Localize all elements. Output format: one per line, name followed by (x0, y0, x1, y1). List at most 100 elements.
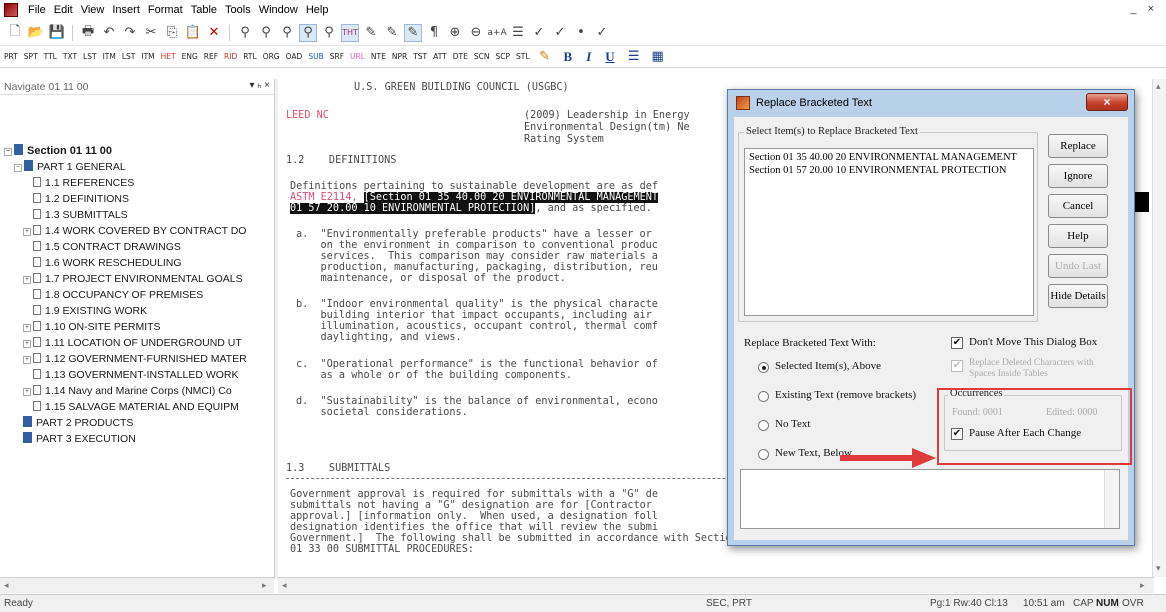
tree-item-1-14[interactable]: +1.14 Navy and Marine Corps (NMCI) Co (23, 384, 232, 398)
tag-org[interactable]: ORG (263, 52, 280, 61)
cut-icon[interactable]: ✂ (142, 24, 160, 42)
underline-button[interactable]: U (605, 49, 614, 65)
tree-item-part3[interactable]: PART 3 EXECUTION (23, 432, 136, 446)
window-controls[interactable]: _ × (1130, 3, 1158, 15)
tree-item-part1[interactable]: − PART 1 GENERAL (14, 160, 126, 174)
tag-ttl[interactable]: TTL (44, 52, 57, 61)
navigator-pane-controls[interactable]: ▾ ₕ × (250, 80, 270, 91)
help-button[interactable]: Help (1048, 224, 1108, 248)
menu-view[interactable]: View (77, 0, 109, 20)
document-hscrollbar[interactable]: ◂ ▸ (278, 577, 1154, 593)
align-icon[interactable]: ☰ (625, 48, 643, 66)
tree-item-1-8[interactable]: 1.8 OCCUPANCY OF PREMISES (33, 288, 203, 302)
tag-nte[interactable]: NTE (371, 52, 386, 61)
find-icon[interactable]: ⚲ (236, 24, 254, 42)
tag-spt[interactable]: SPT (24, 52, 38, 61)
new-text-input[interactable] (740, 469, 1120, 529)
list-item[interactable]: Section 01 57 20.00 10 ENVIRONMENTAL PRO… (749, 164, 1029, 177)
tag-itm-2[interactable]: ITM (141, 52, 154, 61)
tree-item-1-7[interactable]: +1.7 PROJECT ENVIRONMENTAL GOALS (23, 272, 243, 286)
radio-no-text-label[interactable]: No Text (775, 418, 810, 430)
mark-icon[interactable]: ✓ (593, 24, 611, 42)
tag-het[interactable]: HET (161, 52, 176, 61)
list-icon[interactable]: ☰ (509, 24, 527, 42)
tag-tst[interactable]: TST (413, 52, 427, 61)
dialog-titlebar[interactable]: Replace Bracketed Text (728, 90, 1134, 116)
tree-item-1-11[interactable]: +1.11 LOCATION OF UNDERGROUND UT (23, 336, 242, 350)
radio-no-text[interactable] (758, 420, 769, 431)
menu-file[interactable]: File (24, 0, 50, 20)
hide-details-button[interactable]: Hide Details (1048, 284, 1108, 308)
tag-rid[interactable]: RID (224, 52, 237, 61)
scroll-right-icon[interactable]: ▸ (1140, 580, 1145, 591)
scroll-right-icon[interactable]: ▸ (262, 580, 267, 591)
menu-window[interactable]: Window (255, 0, 302, 20)
tree-item-1-4[interactable]: +1.4 WORK COVERED BY CONTRACT DO (23, 224, 246, 238)
paste-icon[interactable]: 📋 (184, 24, 202, 42)
binoculars-icon[interactable]: ⚲ (278, 24, 296, 42)
navigator-hscrollbar[interactable]: ◂ ▸ (0, 577, 274, 593)
italic-button[interactable]: I (586, 49, 591, 65)
paragraph-icon[interactable]: ¶ (425, 24, 443, 42)
menu-table[interactable]: Table (187, 0, 221, 20)
tag-toggle-icon[interactable]: THT (341, 23, 359, 42)
tree-item-1-3[interactable]: 1.3 SUBMITTALS (33, 208, 128, 222)
tag-txt[interactable]: TXT (63, 52, 77, 61)
bracketed-text-highlight-cont[interactable]: 01 57 20.00 10 ENVIRONMENTAL PROTECTION] (290, 203, 536, 214)
scroll-left-icon[interactable]: ◂ (4, 580, 9, 591)
replace-deleted-checkbox[interactable]: ✔ (951, 360, 963, 372)
menu-edit[interactable]: Edit (50, 0, 77, 20)
tree-item-1-10[interactable]: +1.10 ON-SITE PERMITS (23, 320, 161, 334)
zoom-out-icon[interactable]: ⊖ (467, 24, 485, 42)
review-icon[interactable]: ✎ (404, 23, 422, 42)
find-next-icon[interactable]: ⚲ (257, 24, 275, 42)
menu-format[interactable]: Format (144, 0, 187, 20)
tag-sub[interactable]: SUB (308, 52, 323, 61)
pane-splitter[interactable] (274, 79, 278, 579)
delete-icon[interactable]: ✕ (205, 24, 223, 42)
undo-last-button[interactable]: Undo Last (1048, 254, 1108, 278)
table-icon[interactable]: ▦ (649, 48, 667, 66)
replace-bracket-icon[interactable]: ⚲ (299, 23, 317, 42)
tree-item-1-1[interactable]: 1.1 REFERENCES (33, 176, 134, 190)
tag-scn[interactable]: SCN (474, 52, 490, 61)
tag-prt[interactable]: PRT (4, 52, 18, 61)
dont-move-checkbox[interactable]: ✔ (951, 337, 963, 349)
tag-scp[interactable]: SCP (495, 52, 510, 61)
grammar-icon[interactable]: ✓ (551, 24, 569, 42)
tree-item-part2[interactable]: PART 2 PRODUCTS (23, 416, 133, 430)
font-size-icon[interactable]: a+A (487, 24, 506, 42)
redo-icon[interactable]: ↷ (121, 24, 139, 42)
tag-lst[interactable]: LST (83, 52, 97, 61)
undo-icon[interactable]: ↶ (100, 24, 118, 42)
menu-insert[interactable]: Insert (108, 0, 144, 20)
find-bracket-icon[interactable]: ⚲ (320, 24, 338, 42)
dialog-close-button[interactable]: × (1086, 93, 1128, 111)
new-icon[interactable]: 🗋 (6, 24, 24, 42)
tree-item-section[interactable]: − Section 01 11 00 (4, 144, 112, 158)
tag-dte[interactable]: DTE (453, 52, 468, 61)
vertical-scrollbar[interactable]: ▴ ▾ (1152, 79, 1166, 577)
radio-new-text[interactable] (758, 449, 769, 460)
tag-lst-2[interactable]: LST (122, 52, 136, 61)
replace-button[interactable]: Replace (1048, 134, 1108, 158)
radio-selected-items[interactable] (758, 362, 769, 373)
tag-ref[interactable]: REF (204, 52, 218, 61)
tree-item-1-15[interactable]: 1.15 SALVAGE MATERIAL AND EQUIPM (33, 400, 239, 414)
tag-url[interactable]: URL (350, 52, 365, 61)
open-icon[interactable]: 📂 (27, 24, 45, 42)
new-text-scrollbar[interactable] (1104, 470, 1119, 528)
menu-help[interactable]: Help (302, 0, 333, 20)
print-icon[interactable]: 🖶 (79, 24, 97, 42)
tag-stl[interactable]: STL (516, 52, 530, 61)
tree-item-1-5[interactable]: 1.5 CONTRACT DRAWINGS (33, 240, 181, 254)
copy-icon[interactable]: ⎘ (163, 24, 181, 42)
scroll-down-icon[interactable]: ▾ (1156, 563, 1161, 574)
replace-deleted-label[interactable]: Replace Deleted Characters with Spaces I… (969, 358, 1119, 380)
highlight-pen-icon[interactable]: ✎ (536, 48, 554, 66)
spell-icon[interactable]: ✓ (530, 24, 548, 42)
tag-oad[interactable]: OAD (286, 52, 303, 61)
bullet-icon[interactable]: • (572, 24, 590, 42)
tag-srf[interactable]: SRF (330, 52, 344, 61)
bold-button[interactable]: B (564, 49, 573, 65)
